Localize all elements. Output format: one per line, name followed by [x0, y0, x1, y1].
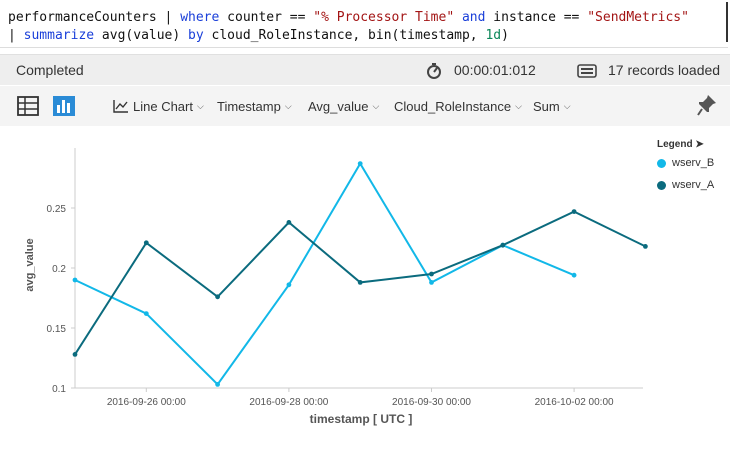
x-tick-label: 2016-09-30 00:00: [392, 397, 471, 408]
chart-type-dropdown[interactable]: Line Chart ⌵: [113, 94, 204, 118]
chart-view-icon[interactable]: [53, 96, 75, 119]
results-toolbar: Line Chart ⌵ Timestamp ⌵ Avg_value ⌵ Cloud_…: [0, 86, 730, 126]
chart-panel: 0.1 0.15 0.2 0.25 2016-09-26 00:00 2016-09-28…: [0, 128, 730, 444]
data-point-wserv_B: [429, 280, 434, 285]
y-axis-dropdown[interactable]: Avg_value ⌵: [308, 94, 379, 118]
query-token: instance ==: [485, 10, 588, 25]
split-by-dropdown[interactable]: Cloud_RoleInstance ⌵: [394, 94, 522, 118]
data-point-wserv_A: [72, 352, 78, 357]
x-axis-title: timestamp [ UTC ]: [310, 412, 413, 426]
aggregation-dropdown[interactable]: Sum ⌵: [533, 94, 571, 118]
y-tick-label: 0.1: [52, 384, 66, 395]
editor-scrollbar[interactable]: [726, 2, 728, 42]
query-token: counter ==: [219, 10, 314, 25]
query-token: cloud_RoleInstance, bin(timestamp,: [203, 28, 486, 43]
stopwatch-icon: [425, 62, 443, 83]
legend-swatch: [657, 180, 666, 190]
data-point-wserv_A: [500, 242, 506, 248]
query-token: [454, 10, 462, 25]
table-view-icon[interactable]: [17, 96, 39, 119]
data-point-wserv_A: [357, 280, 363, 285]
query-keyword: summarize: [23, 28, 95, 43]
split-by-label: Cloud_RoleInstance: [394, 98, 512, 114]
data-point-wserv_B: [571, 272, 577, 278]
line-chart-icon: [113, 100, 128, 113]
chevron-down-icon: ⌵: [563, 100, 571, 111]
legend-label: wserv_B: [672, 157, 715, 169]
data-point-wserv_A: [643, 244, 648, 249]
data-point-wserv_B: [72, 277, 78, 283]
x-axis-dropdown[interactable]: Timestamp ⌵: [217, 94, 292, 118]
x-tick-label: 2016-10-02 00:00: [535, 397, 614, 408]
legend-swatch: [657, 158, 666, 168]
data-point-wserv_A: [286, 220, 292, 225]
query-status: Completed: [16, 62, 84, 78]
x-tick-label: 2016-09-26 00:00: [107, 397, 186, 408]
data-point-wserv_A: [571, 209, 577, 215]
query-editor[interactable]: performanceCounters | where counter == "…: [0, 0, 728, 48]
y-axis-label: Avg_value: [308, 98, 369, 114]
y-tick-label: 0.15: [47, 324, 67, 335]
legend-label: wserv_A: [672, 179, 715, 191]
y-tick-label: 0.25: [47, 204, 67, 215]
legend-title[interactable]: Legend ➤: [657, 139, 704, 150]
chevron-down-icon: ⌵: [515, 100, 522, 111]
x-tick-label: 2016-09-28 00:00: [249, 397, 328, 408]
query-keyword: by: [188, 28, 204, 43]
pin-icon[interactable]: [697, 94, 717, 119]
x-axis-label: Timestamp: [217, 98, 281, 114]
data-point-wserv_A: [215, 294, 221, 300]
y-axis-title: avg_value: [24, 238, 36, 291]
legend-item-wserv-b[interactable]: wserv_B: [657, 157, 714, 169]
query-keyword: and: [461, 10, 486, 25]
query-duration: 00:00:01:012: [454, 62, 536, 78]
chevron-down-icon: ⌵: [372, 100, 380, 111]
chevron-down-icon: ⌵: [196, 100, 204, 111]
query-token: ): [501, 28, 509, 43]
query-number: 1d: [485, 28, 502, 43]
records-icon: [577, 63, 597, 82]
legend-item-wserv-a[interactable]: wserv_A: [657, 179, 714, 191]
data-point-wserv_A: [143, 240, 149, 246]
chart-type-label: Line Chart: [133, 98, 193, 114]
data-point-wserv_B: [286, 282, 292, 288]
query-string: "SendMetrics": [587, 10, 689, 25]
chevron-down-icon: ⌵: [284, 100, 292, 111]
query-keyword: where: [180, 10, 220, 25]
series-line-wserv_B: [74, 161, 575, 386]
data-point-wserv_B: [357, 161, 363, 167]
line-chart: 0.1 0.15 0.2 0.25 2016-09-26 00:00 2016-09-28…: [24, 148, 648, 426]
legend-title-text: Legend: [657, 139, 693, 150]
y-tick-label: 0.2: [52, 264, 66, 275]
aggregation-label: Sum: [533, 98, 560, 114]
query-token: performanceCounters: [8, 10, 157, 25]
query-token: |: [8, 28, 24, 43]
chevron-right-circle-icon: ➤: [695, 139, 704, 150]
data-point-wserv_B: [143, 311, 149, 316]
query-string: "% Processor Time": [313, 10, 455, 25]
query-token: |: [156, 10, 181, 25]
data-point-wserv_B: [215, 382, 221, 387]
records-count: 17 records loaded: [608, 62, 721, 78]
status-bar: Completed 00:00:01:012 17 records loaded: [0, 54, 730, 85]
data-point-wserv_A: [429, 271, 434, 277]
query-token: avg(value): [94, 28, 189, 43]
